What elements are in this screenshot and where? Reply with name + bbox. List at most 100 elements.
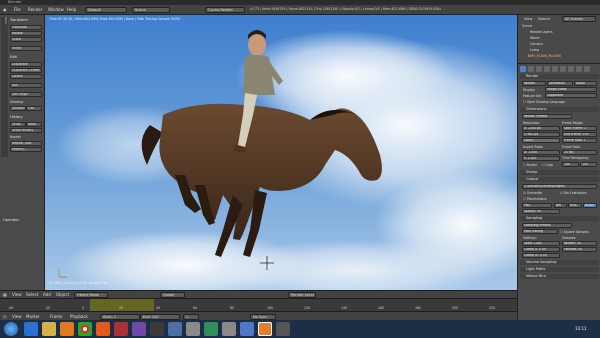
bw-button[interactable]: BW — [554, 203, 567, 208]
menu-help[interactable]: Help — [67, 7, 76, 12]
duplicate-linked-button[interactable]: Duplicate Linked — [10, 68, 42, 73]
start-frame-prop-field[interactable]: Start Frame: 1 — [562, 126, 597, 131]
flat-button[interactable]: Flat — [26, 106, 42, 111]
app-green-icon[interactable] — [204, 322, 218, 336]
operator-panel-header[interactable]: Operator — [3, 218, 19, 222]
undo-history-button[interactable]: Undo History — [10, 128, 42, 133]
sampling-section-header[interactable]: Sampling — [520, 216, 599, 221]
clamp-indirect-field[interactable]: Clamp In: 0.00 — [522, 253, 560, 258]
window-icon[interactable] — [186, 322, 200, 336]
outliner-item[interactable]: BMV_ELGIN_PLUGIN — [528, 54, 561, 58]
smooth-button[interactable]: Smooth — [10, 106, 26, 111]
blender-taskbar-icon[interactable] — [258, 322, 272, 336]
blender-logo-icon[interactable]: ◉ — [3, 7, 7, 12]
integrator-select[interactable]: Path Tracing — [522, 229, 558, 234]
placeholders-checkbox[interactable]: ☐ Placeholders — [523, 197, 546, 201]
preview-samples-field[interactable]: Preview: 50 — [562, 247, 597, 252]
rgb-button[interactable]: RGB — [568, 203, 582, 208]
file-format-select[interactable]: PNG — [522, 203, 552, 208]
seed-field[interactable]: Seed: 1044 — [522, 241, 560, 246]
globe-icon[interactable] — [240, 322, 254, 336]
media-player-icon[interactable] — [60, 322, 74, 336]
animation-button[interactable]: Animation — [547, 81, 573, 86]
volume-sampling-section-header[interactable]: Volume Sampling — [520, 260, 599, 265]
material-tab-icon[interactable] — [584, 66, 590, 72]
render-button[interactable]: Render — [522, 81, 546, 86]
app-purple-icon[interactable] — [132, 322, 146, 336]
menu-playback[interactable]: Playback — [70, 314, 88, 319]
quality-field[interactable]: Quality: 90 — [522, 209, 560, 214]
menu-view[interactable]: View — [12, 292, 22, 297]
menu-frame[interactable]: Frame — [50, 314, 62, 319]
tab-tools[interactable]: Tools — [4, 17, 8, 24]
crop-checkbox[interactable]: ☐ Crop — [542, 163, 553, 167]
resolution-y-field[interactable]: Y: 982 px — [522, 132, 560, 137]
layers-tab-icon[interactable] — [528, 66, 534, 72]
outliner-item[interactable]: Camera — [530, 42, 543, 46]
edit-panel-header[interactable]: Edit — [10, 55, 17, 59]
outliner-item[interactable]: World — [530, 36, 539, 40]
world-tab-icon[interactable] — [544, 66, 550, 72]
menu-timeline-view[interactable]: View — [12, 314, 22, 319]
start-button-icon[interactable] — [4, 322, 18, 336]
outliner-display-mode[interactable]: All Scenes — [562, 16, 596, 22]
transform-panel-header[interactable]: Transform — [10, 18, 28, 22]
data-tab-icon[interactable] — [576, 66, 582, 72]
scene-tab-icon[interactable] — [536, 66, 542, 72]
output-section-header[interactable]: Output — [520, 177, 599, 182]
feature-set-select[interactable]: Supported — [545, 93, 597, 98]
history-panel-header[interactable]: History — [10, 115, 23, 119]
firefox-icon[interactable] — [96, 322, 110, 336]
scale-button[interactable]: Scale — [10, 37, 42, 42]
menu-add[interactable]: Add — [43, 292, 51, 297]
translate-button[interactable]: Translate — [10, 25, 42, 30]
overwrite-checkbox[interactable]: ☑ Overwrite — [523, 191, 542, 195]
delete-button[interactable]: Delete — [10, 74, 42, 79]
aspect-x-field[interactable]: X: 1.000 — [522, 150, 560, 155]
aspect-y-field[interactable]: Y: 1.000 — [522, 156, 560, 161]
time-remap-new-field[interactable]: 100 — [580, 162, 597, 167]
dimensions-section-header[interactable]: Dimensions — [520, 107, 599, 112]
resolution-percent-slider[interactable]: 100% — [522, 138, 560, 143]
screen-layout-select[interactable]: Default — [85, 7, 127, 13]
object-tab-icon[interactable] — [552, 66, 558, 72]
frame-step-field[interactable]: Frame Step: 1 — [562, 138, 597, 143]
app-grey-icon[interactable] — [276, 322, 290, 336]
redo-button[interactable]: Redo — [26, 122, 42, 127]
mirror-button[interactable]: Mirror — [10, 46, 42, 51]
editor-type-icon[interactable]: ▦ — [3, 292, 7, 297]
modifiers-tab-icon[interactable] — [568, 66, 574, 72]
join-button[interactable]: Join — [10, 83, 42, 88]
timeline-editor[interactable]: -40-200204060801001201401601802002202402… — [0, 298, 600, 311]
resolution-x-field[interactable]: X: 2200 px — [522, 126, 560, 131]
render-presets-select[interactable]: Render Presets — [522, 114, 572, 119]
rgba-button[interactable]: RGBA — [583, 203, 597, 208]
current-frame-field[interactable]: 1 — [183, 313, 199, 320]
scene-select[interactable]: Scene — [132, 7, 170, 13]
constraints-tab-icon[interactable] — [560, 66, 566, 72]
app-blue-icon[interactable] — [168, 322, 182, 336]
app-red-icon[interactable] — [114, 322, 128, 336]
border-checkbox[interactable]: ☐ Border — [523, 163, 537, 167]
app-dark-icon[interactable] — [150, 322, 164, 336]
menu-render[interactable]: Render — [28, 7, 42, 12]
open-shading-checkbox[interactable]: ☐ Open Shading Language — [523, 100, 565, 104]
duplicate-button[interactable]: Duplicate — [10, 62, 42, 67]
menu-object[interactable]: Object — [56, 292, 69, 297]
internet-explorer-icon[interactable] — [24, 322, 38, 336]
render-tab-icon[interactable] — [520, 66, 526, 72]
render-samples-field[interactable]: Render: 50 — [562, 241, 597, 246]
time-remap-old-field[interactable]: 100 — [562, 162, 579, 167]
tool-shelf-tabs[interactable]: Tools — [1, 17, 8, 157]
file-extensions-checkbox[interactable]: ☑ File Extensions — [560, 191, 587, 195]
end-frame-prop-field[interactable]: End Frame: 250 — [562, 132, 597, 137]
sync-mode-select[interactable]: No Sync — [250, 313, 276, 320]
stamp-section-header[interactable]: Stamp — [520, 170, 599, 175]
outliner-item[interactable]: RenderLayers — [530, 30, 553, 34]
history-button[interactable]: History... — [10, 147, 42, 152]
menu-file[interactable]: File — [14, 7, 21, 12]
repeat-last-button[interactable]: Repeat Last — [10, 141, 42, 146]
output-path-field[interactable]: C:\Render\Scenes\Images\ — [522, 184, 597, 189]
outliner-menu-view[interactable]: View — [524, 17, 532, 21]
outliner-item[interactable]: Scene — [522, 24, 532, 28]
